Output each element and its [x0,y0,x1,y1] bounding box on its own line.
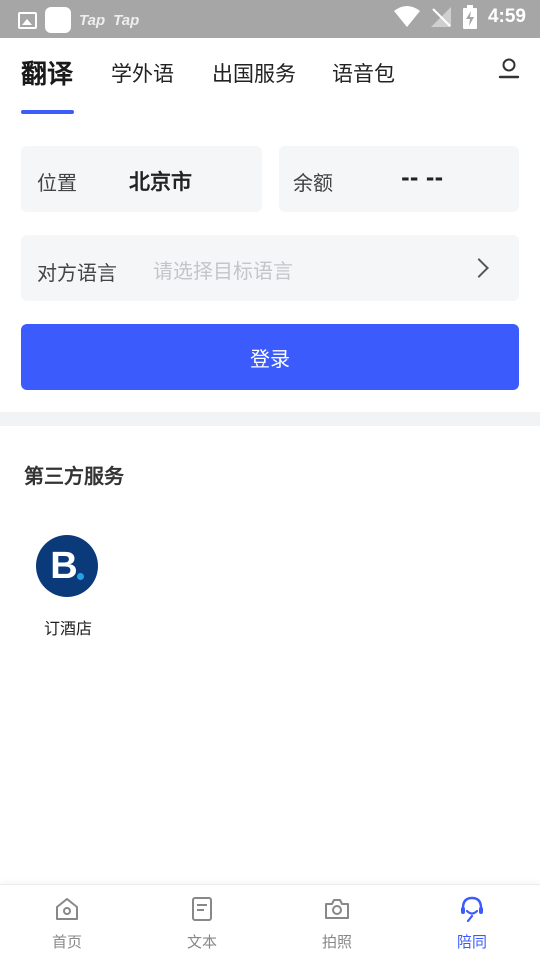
balance-card[interactable]: 余额 -- -- [279,146,519,212]
nav-home-label: 首页 [51,933,82,951]
location-value: 北京市 [129,170,192,194]
chevron-right-icon [469,258,489,278]
status-bar: Tap Tap 4:59 [0,0,540,38]
booking-logo-letter: B [50,544,78,587]
tab-learn-language[interactable]: 学外语 [111,58,174,88]
hotel-booking-label: 订酒店 [43,619,92,638]
tab-voice-pack[interactable]: 语音包 [332,58,395,88]
gallery-icon [18,11,37,29]
target-language-placeholder: 请选择目标语言 [153,259,293,283]
section-divider [0,412,540,426]
status-right: 4:59 [393,5,526,29]
hotel-booking-service[interactable]: B 订酒店 [28,535,108,639]
camera-icon [325,899,349,919]
third-party-section-title: 第三方服务 [24,464,124,488]
active-tab-indicator [21,110,74,114]
taptap-notification: Tap [79,11,106,29]
booking-logo-icon: B [36,535,98,597]
battery-charging-icon [462,5,477,29]
booking-logo-dot [77,573,84,580]
bottom-navigation: 首页 文本 拍照 陪同 [0,884,540,960]
profile-icon[interactable] [498,58,520,80]
target-language-selector[interactable]: 对方语言 请选择目标语言 [21,235,519,301]
no-signal-icon [430,7,451,27]
nav-companion-label: 陪同 [456,933,487,951]
location-label: 位置 [37,171,77,195]
app-notification-icon [45,7,71,33]
companion-icon [461,896,483,923]
nav-companion[interactable]: 陪同 [432,895,512,952]
home-icon [56,898,78,920]
nav-home[interactable]: 首页 [27,895,107,952]
status-left: Tap Tap [18,7,139,33]
nav-photo[interactable]: 拍照 [297,895,377,952]
balance-value: -- -- [401,166,444,190]
document-icon [192,897,212,921]
tab-translate[interactable]: 翻译 [21,54,73,91]
target-language-label: 对方语言 [37,261,117,285]
clock: 4:59 [487,6,526,27]
wifi-icon [393,6,420,27]
taptap-notification: Tap [113,11,140,29]
location-card[interactable]: 位置 北京市 [21,146,262,212]
nav-text[interactable]: 文本 [162,895,242,952]
top-tab-bar: 翻译 学外语 出国服务 语音包 [0,38,540,118]
login-button[interactable]: 登录 [21,324,519,390]
balance-label: 余额 [293,171,333,195]
tab-overseas-services[interactable]: 出国服务 [212,58,296,88]
nav-photo-label: 拍照 [321,933,352,951]
nav-text-label: 文本 [186,933,217,951]
